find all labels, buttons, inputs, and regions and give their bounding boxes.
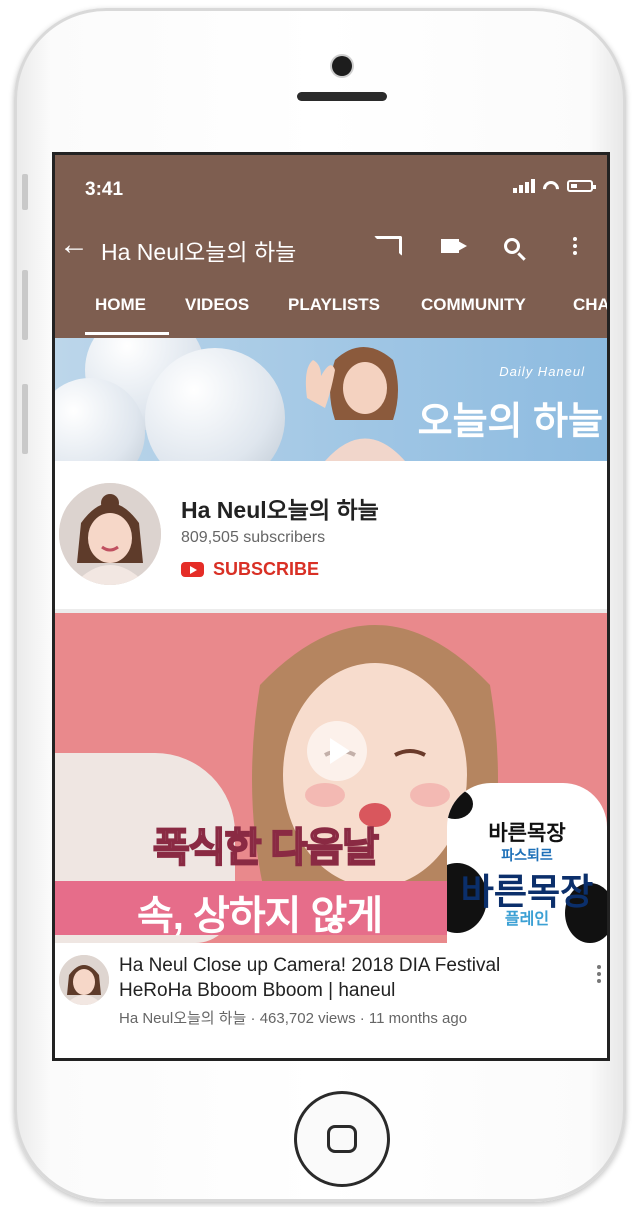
status-time: 3:41 (85, 179, 124, 200)
more-options-button[interactable] (558, 229, 592, 263)
subscriber-count: 809,505 subscribers (181, 529, 326, 546)
avatar-image (59, 955, 109, 1005)
thumbnail-caption-line1: 폭식한 다음날 (152, 825, 380, 871)
status-icons (513, 179, 596, 193)
battery-icon (567, 180, 596, 192)
mute-switch (22, 174, 28, 210)
channel-title: Ha Neul오늘의 하늘 (101, 239, 297, 265)
channel-avatar[interactable] (59, 483, 161, 585)
more-vert-icon (573, 237, 577, 255)
video-info: Ha Neul Close up Camera! 2018 DIA Festiv… (55, 943, 607, 1055)
banner-person-image (305, 347, 405, 461)
thumbnail-caption-line2: 속, 상하지 않게 (137, 894, 383, 938)
product-flavor: 플레인 (504, 911, 550, 928)
tab-channels[interactable]: CHA (573, 295, 607, 315)
tab-videos[interactable]: VIDEOS (185, 295, 249, 315)
channel-banner: Daily Haneul 오늘의 하늘 (55, 338, 607, 461)
youtube-header: 3:41 ← Ha Neul오늘의 하늘 HOME VIDEOS PLAYLIS… (55, 155, 607, 338)
search-button[interactable] (495, 229, 529, 263)
volume-down-button (22, 384, 28, 454)
video-title-line2: HeRoHa Bboom Bboom | haneul (119, 980, 396, 1001)
video-camera-icon (441, 239, 467, 253)
app-bar: ← Ha Neul오늘의 하늘 (55, 225, 607, 269)
tab-playlists[interactable]: PLAYLISTS (288, 295, 380, 315)
banner-title: 오늘의 하늘 (417, 401, 603, 443)
front-camera (332, 56, 352, 76)
subscribe-button[interactable]: SUBSCRIBE (181, 559, 319, 580)
wifi-icon (542, 179, 560, 193)
featured-video-thumbnail[interactable]: 폭식한 다음날 속, 상하지 않게 바른목장 파스퇴르 바른목장 플레인 (55, 613, 607, 943)
cast-button[interactable] (371, 229, 405, 263)
search-icon (504, 238, 520, 254)
product-cup-image: 바른목장 파스퇴르 바른목장 플레인 (447, 783, 607, 943)
video-channel-avatar[interactable] (59, 955, 109, 1005)
video-more-options-icon[interactable] (597, 965, 601, 983)
tab-community[interactable]: COMMUNITY (421, 295, 526, 315)
channel-name: Ha Neul오늘의 하늘 (181, 497, 379, 523)
banner-subtitle: Daily Haneul (499, 364, 585, 379)
subscribe-label: SUBSCRIBE (213, 559, 320, 579)
active-tab-indicator (85, 332, 169, 335)
earpiece-speaker (297, 92, 387, 101)
avatar-image (59, 483, 161, 585)
signal-icon (513, 179, 535, 193)
back-arrow-icon[interactable]: ← (59, 230, 89, 260)
volume-up-button (22, 270, 28, 340)
tab-home[interactable]: HOME (95, 295, 146, 315)
channel-info: Ha Neul오늘의 하늘 809,505 subscribers SUBSCR… (55, 461, 607, 609)
product-label-top: 바른목장 (488, 822, 566, 845)
play-button[interactable] (307, 721, 367, 781)
video-metadata: Ha Neul오늘의 하늘 · 463,702 views · 11 month… (119, 1010, 468, 1027)
cast-icon (374, 236, 402, 256)
product-brand: 파스퇴르 (501, 847, 553, 863)
upload-video-button[interactable] (433, 229, 467, 263)
phone-screen: 3:41 ← Ha Neul오늘의 하늘 HOME VIDEOS PLAYLIS… (52, 152, 610, 1061)
video-title-line1: Ha Neul Close up Camera! 2018 DIA Festiv… (119, 955, 501, 976)
channel-tabs: HOME VIDEOS PLAYLISTS COMMUNITY CHA (55, 295, 607, 338)
home-square-icon (327, 1125, 357, 1153)
youtube-logo-icon (181, 562, 204, 577)
home-button[interactable] (294, 1091, 390, 1187)
video-title[interactable]: Ha Neul Close up Camera! 2018 DIA Festiv… (119, 953, 559, 1003)
